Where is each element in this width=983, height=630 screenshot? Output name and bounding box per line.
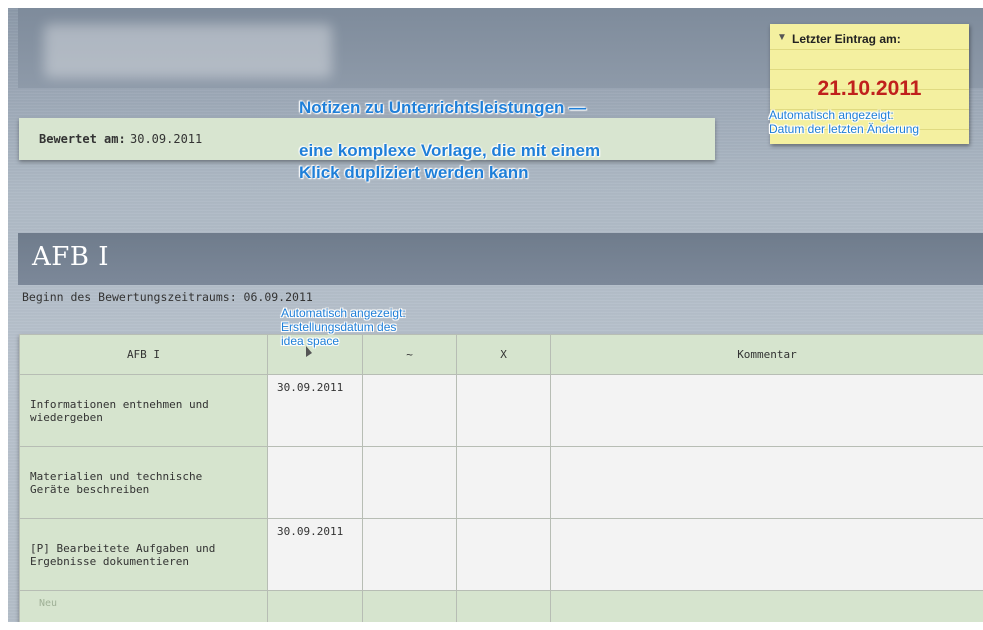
col-header-afb[interactable]: AFB I [19,334,268,375]
callout-main-line2: eine komplexe Vorlage, die mit einem [299,141,601,160]
callout-main-line3: Klick dupliziert werden kann [299,163,529,182]
new-row-cell[interactable] [362,590,457,622]
date-cell[interactable]: 30.09.2011 [267,374,363,447]
row-label-line: wiedergeben [30,410,103,424]
collapse-triangle-icon[interactable]: ▼ [777,32,787,43]
table-row: [P] Bearbeitete Aufgaben und Ergebnisse … [19,518,983,591]
col-header-tilde[interactable]: ~ [362,334,457,375]
date-cell[interactable]: 30.09.2011 [267,518,363,591]
row-label-line: Materialien und technische [30,469,203,483]
date-cell[interactable] [267,446,363,519]
assessment-table: AFB I ~ X Kommentar Informationen entneh… [19,334,983,622]
x-cell[interactable] [456,446,551,519]
blurred-name [44,24,332,78]
last-entry-date: 21.10.2011 [817,77,922,100]
row-label-line: Ergebnisse dokumentieren [30,554,189,568]
app-window: Bewertet am: 30.09.2011 Notizen zu Unter… [8,8,983,622]
callout-main-line1: Notizen zu Unterrichtsleistungen — [299,98,587,117]
tilde-cell[interactable] [362,446,457,519]
col-header-kommentar[interactable]: Kommentar [550,334,983,375]
bewertet-value[interactable]: 30.09.2011 [130,132,202,146]
new-row-cell[interactable] [456,590,551,622]
callout-sticky-line1: Automatisch angezeigt: [769,108,894,122]
col-header-x[interactable]: X [456,334,551,375]
row-label[interactable]: [P] Bearbeitete Aufgaben und Ergebnisse … [19,518,268,591]
new-row-placeholder[interactable]: Neu [19,590,268,622]
x-cell[interactable] [456,518,551,591]
row-label-line: Informationen entnehmen und [30,397,209,411]
bewertet-label: Bewertet am: [39,132,126,146]
comment-cell[interactable] [550,518,983,591]
x-cell[interactable] [456,374,551,447]
callout-sticky-line2: Datum der letzten Änderung [769,122,920,136]
row-label-line: Geräte beschreiben [30,482,150,496]
new-row-cell[interactable] [550,590,983,622]
new-row[interactable]: Neu [19,590,983,622]
sticky-title: Letzter Eintrag am: [792,32,901,46]
section-header: AFB I [18,233,983,285]
callout-created-line2: Erstellungsdatum des [281,320,397,334]
row-label-line: [P] Bearbeitete Aufgaben und [30,541,216,555]
comment-cell[interactable] [550,374,983,447]
tilde-cell[interactable] [362,374,457,447]
table-row: Materialien und technische Geräte beschr… [19,446,983,519]
begin-period-label: Beginn des Bewertungszeitraums: 06.09.20… [22,290,313,304]
new-row-cell[interactable] [267,590,363,622]
tilde-cell[interactable] [362,518,457,591]
section-title: AFB I [32,242,109,272]
table-row: Informationen entnehmen und wiedergeben … [19,374,983,447]
table-header-row: AFB I ~ X Kommentar [19,334,983,375]
comment-cell[interactable] [550,446,983,519]
row-label[interactable]: Informationen entnehmen und wiedergeben [19,374,268,447]
callout-created-line1: Automatisch angezeigt: [281,306,406,320]
pointer-arrow-icon [306,346,312,357]
row-label[interactable]: Materialien und technische Geräte beschr… [19,446,268,519]
